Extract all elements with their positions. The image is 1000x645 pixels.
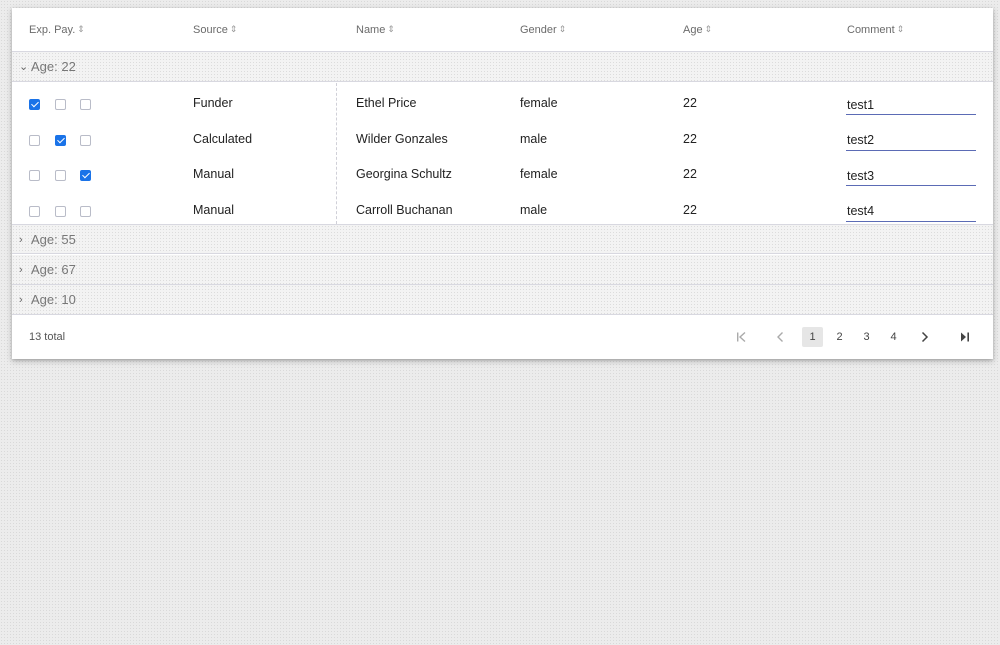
- table-row[interactable]: Manual Carroll Buchanan male 22: [12, 193, 993, 225]
- exp-pay-checkbox[interactable]: [80, 205, 91, 217]
- name-cell: Georgina Schultz: [356, 167, 452, 181]
- gender-cell: male: [520, 131, 548, 146]
- sort-icon[interactable]: ⇕: [387, 24, 395, 34]
- column-header-exp-pay[interactable]: Exp. Pay. ⇕: [29, 8, 85, 52]
- page-button-4[interactable]: 4: [883, 327, 904, 347]
- comment-input[interactable]: [846, 95, 976, 115]
- column-header-label: Age: [683, 24, 703, 36]
- group-row-age-67[interactable]: › Age: 67: [12, 255, 993, 285]
- comment-input[interactable]: [846, 166, 976, 186]
- last-page-icon[interactable]: [955, 327, 975, 347]
- column-header-label: Gender: [520, 24, 557, 36]
- page-button-2[interactable]: 2: [829, 327, 850, 347]
- name-cell: Wilder Gonzales: [356, 131, 448, 146]
- grid-footer: 13 total 1 2 3 4: [12, 316, 993, 359]
- exp-pay-checkbox[interactable]: [55, 99, 66, 110]
- table-row[interactable]: Calculated Wilder Gonzales male 22: [12, 122, 993, 158]
- group-label: Age: 22: [31, 59, 76, 74]
- gender-cell: female: [520, 167, 558, 181]
- grid-header: Exp. Pay. ⇕ Source ⇕ Name ⇕ Gender ⇕ Age ⇕ Co…: [12, 8, 993, 52]
- age-cell: 22: [683, 167, 697, 181]
- name-cell: Ethel Price: [356, 96, 417, 110]
- column-header-source[interactable]: Source ⇕: [193, 8, 237, 52]
- group-row-age-22[interactable]: ⌄ Age: 22: [12, 52, 993, 82]
- sort-icon[interactable]: ⇕: [705, 24, 713, 34]
- column-header-name[interactable]: Name ⇕: [356, 8, 395, 52]
- column-header-gender[interactable]: Gender ⇕: [520, 8, 566, 52]
- table-row[interactable]: Manual Georgina Schultz female 22: [12, 157, 993, 193]
- exp-pay-checkbox[interactable]: [29, 134, 40, 146]
- exp-pay-checkbox[interactable]: [29, 99, 40, 110]
- column-header-age[interactable]: Age ⇕: [683, 8, 712, 52]
- exp-pay-checkbox[interactable]: [55, 134, 66, 146]
- group-label: Age: 67: [31, 262, 76, 277]
- source-cell: Manual: [193, 167, 234, 181]
- exp-pay-checkbox[interactable]: [80, 170, 91, 181]
- column-header-label: Comment: [847, 24, 895, 36]
- exp-pay-checkbox[interactable]: [29, 205, 40, 217]
- group-row-age-10[interactable]: › Age: 10: [12, 285, 993, 315]
- prev-page-icon[interactable]: [770, 327, 790, 347]
- chevron-right-icon[interactable]: ›: [19, 225, 23, 255]
- gender-cell: male: [520, 202, 548, 217]
- page-button-1[interactable]: 1: [802, 327, 823, 347]
- age-cell: 22: [683, 96, 697, 110]
- table-row[interactable]: Funder Ethel Price female 22: [12, 86, 993, 122]
- group-label: Age: 55: [31, 232, 76, 247]
- column-header-label: Source: [193, 24, 228, 36]
- source-cell: Funder: [193, 96, 233, 110]
- next-page-icon[interactable]: [915, 327, 935, 347]
- sort-icon[interactable]: ⇕: [559, 24, 567, 34]
- gender-cell: female: [520, 96, 558, 110]
- source-cell: Manual: [193, 202, 234, 217]
- source-cell: Calculated: [193, 131, 253, 146]
- comment-input[interactable]: [846, 201, 976, 222]
- first-page-icon[interactable]: [731, 327, 751, 347]
- group-label: Age: 10: [31, 292, 76, 307]
- group-body: Funder Ethel Price female 22 Calculated …: [12, 83, 993, 224]
- group-row-age-55[interactable]: › Age: 55: [12, 224, 993, 254]
- exp-pay-checkbox[interactable]: [80, 134, 91, 146]
- comment-input[interactable]: [846, 130, 976, 151]
- sort-icon[interactable]: ⇕: [77, 24, 85, 34]
- chevron-right-icon[interactable]: ›: [19, 255, 23, 285]
- column-header-label: Exp. Pay.: [29, 24, 76, 36]
- column-header-label: Name: [356, 24, 386, 36]
- exp-pay-checkbox[interactable]: [29, 170, 40, 181]
- name-cell: Carroll Buchanan: [356, 202, 453, 217]
- chevron-down-icon[interactable]: ⌄: [19, 52, 28, 82]
- age-cell: 22: [683, 131, 697, 146]
- data-grid: Exp. Pay. ⇕ Source ⇕ Name ⇕ Gender ⇕ Age ⇕ Co…: [12, 8, 993, 359]
- age-cell: 22: [683, 202, 697, 217]
- exp-pay-checkbox[interactable]: [55, 170, 66, 181]
- sort-icon[interactable]: ⇕: [897, 24, 905, 34]
- exp-pay-checkbox[interactable]: [55, 205, 66, 217]
- page-button-3[interactable]: 3: [856, 327, 877, 347]
- chevron-right-icon[interactable]: ›: [19, 285, 23, 315]
- total-count: 13 total: [29, 331, 66, 343]
- sort-icon[interactable]: ⇕: [230, 24, 238, 34]
- exp-pay-checkbox[interactable]: [80, 99, 91, 110]
- column-header-comment[interactable]: Comment ⇕: [847, 8, 904, 52]
